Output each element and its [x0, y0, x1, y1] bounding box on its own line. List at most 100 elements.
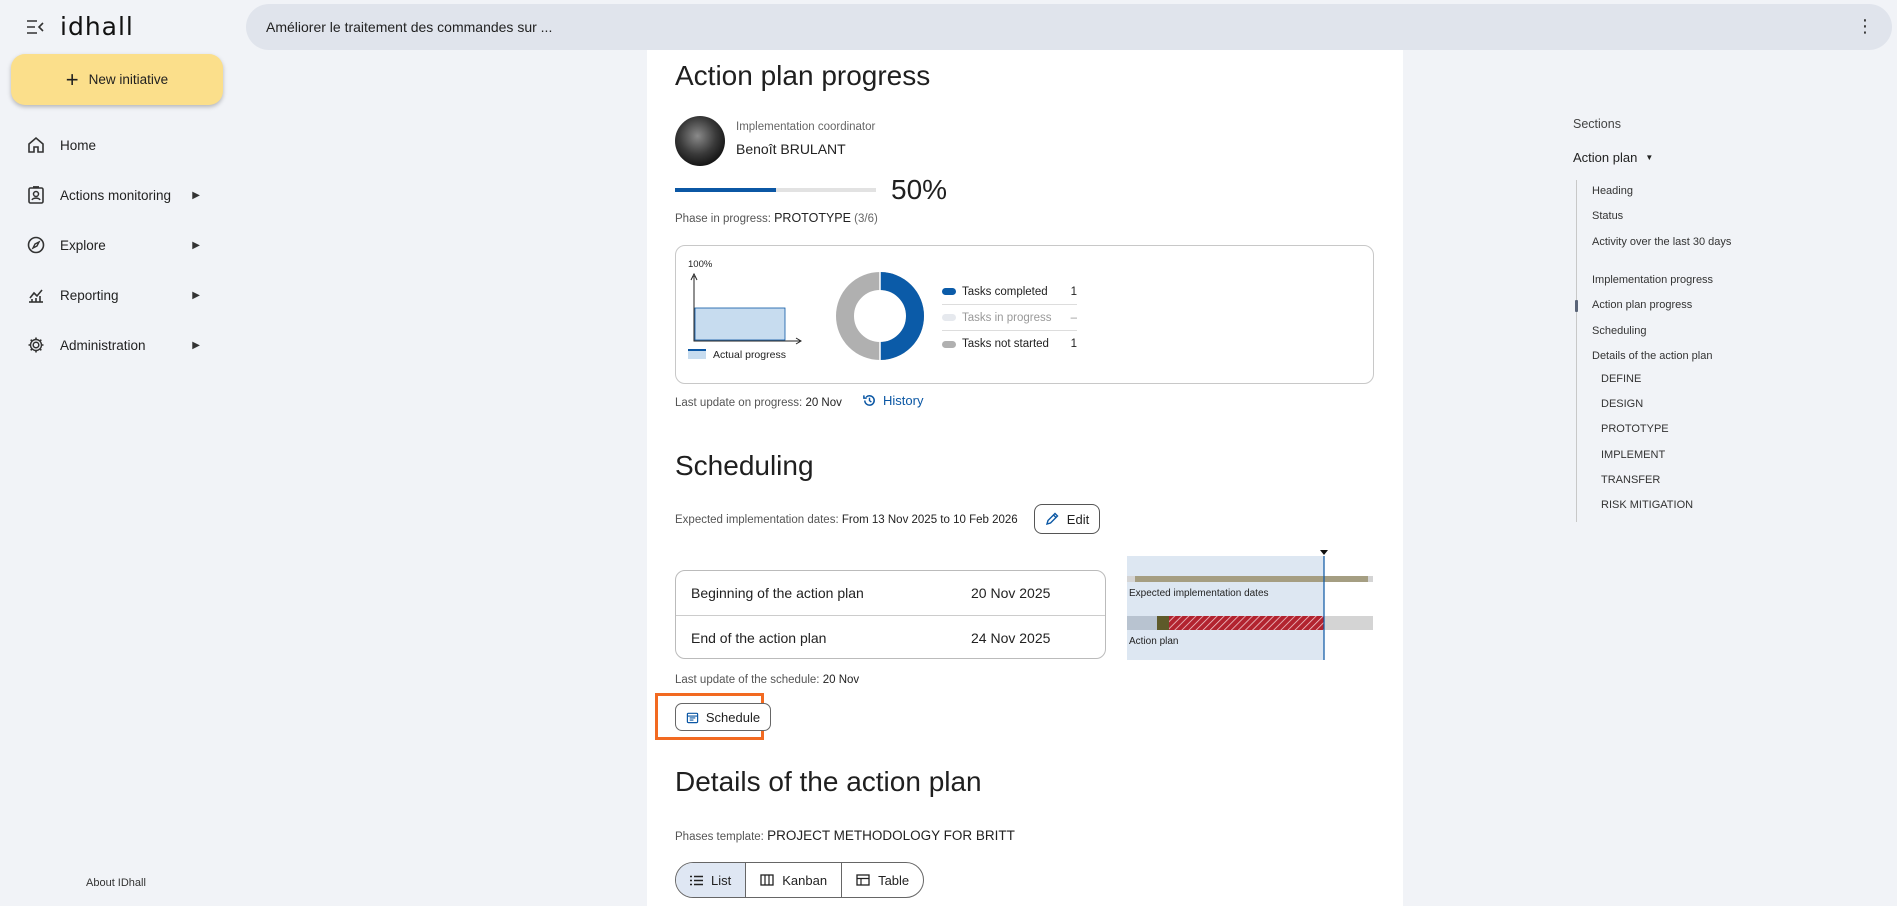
calendar-icon — [686, 712, 699, 723]
schedule-label: Schedule — [705, 709, 761, 725]
plus-icon: + — [65, 66, 79, 92]
gantt-plan-label: Action plan — [1129, 636, 1178, 647]
gantt-elapsed-bar — [1157, 616, 1169, 630]
caret-down-icon: ▼ — [1645, 153, 1654, 162]
history-label: History — [883, 393, 924, 408]
edit-label: Edit — [1066, 511, 1090, 527]
more-options-icon[interactable]: ⋮ — [1856, 17, 1874, 35]
nav-item-label: Home — [60, 137, 97, 153]
history-button[interactable]: History — [862, 393, 923, 408]
new-initiative-button[interactable]: + New initiative — [11, 54, 223, 105]
view-kanban-button[interactable]: Kanban — [745, 863, 841, 897]
phases-template-label: Phases template: — [675, 831, 764, 843]
progress-bar — [675, 188, 876, 192]
legend-value: 1 — [1070, 338, 1077, 350]
nav-item-reporting[interactable]: Reporting ▶ — [0, 270, 220, 320]
tasks-donut-chart — [836, 271, 924, 361]
section-status[interactable]: Status — [1592, 209, 1732, 223]
actual-progress-area — [694, 307, 786, 341]
compass-icon — [27, 236, 45, 254]
today-marker-icon — [1320, 550, 1328, 555]
phases-template-value: PROJECT METHODOLOGY FOR BRITT — [767, 828, 1015, 843]
details-heading: Details of the action plan — [675, 766, 982, 797]
top-bar: Améliorer le traitement des commandes su… — [246, 4, 1892, 50]
kanban-icon — [760, 874, 774, 886]
view-list-button[interactable]: List — [676, 863, 746, 897]
app-logo[interactable]: idhall — [60, 12, 134, 41]
section-implement[interactable]: IMPLEMENT — [1601, 448, 1741, 462]
schedule-last-update-label: Last update of the schedule: — [675, 674, 820, 686]
phase-count: (3/6) — [854, 213, 878, 225]
legend-tasks-in-progress: Tasks in progress – — [942, 305, 1077, 331]
nav-item-home[interactable]: Home — [0, 120, 220, 170]
nav-item-actions-monitoring[interactable]: Actions monitoring ▶ — [0, 170, 220, 220]
clipboard-user-icon — [28, 186, 44, 204]
new-initiative-label: New initiative — [88, 72, 169, 87]
progress-bar-fill — [675, 188, 776, 192]
section-implementation-progress[interactable]: Implementation progress — [1592, 273, 1732, 287]
section-transfer[interactable]: TRANSFER — [1601, 473, 1741, 487]
phases-template: Phases template: PROJECT METHODOLOGY FOR… — [675, 828, 1015, 843]
legend-dot — [942, 288, 956, 295]
legend-value: 1 — [1070, 285, 1077, 298]
main-panel: Action plan progress Implementation coor… — [647, 50, 1403, 906]
schedule-dates-table: Beginning of the action plan 20 Nov 2025… — [675, 570, 1106, 659]
menu-collapse-icon[interactable] — [26, 18, 46, 36]
sections-group-action-plan[interactable]: Action plan ▼ — [1573, 150, 1653, 165]
view-table-button[interactable]: Table — [841, 863, 923, 897]
section-scheduling[interactable]: Scheduling — [1592, 324, 1732, 338]
schedule-button[interactable]: Schedule — [675, 703, 771, 731]
list-icon — [690, 875, 703, 885]
left-sidebar: idhall + New initiative Home Actions mon… — [0, 0, 240, 906]
section-heading[interactable]: Heading — [1592, 184, 1732, 198]
edit-button[interactable]: Edit — [1034, 504, 1100, 534]
section-action-plan-progress[interactable]: Action plan progress — [1592, 298, 1732, 312]
section-define[interactable]: DEFINE — [1601, 372, 1741, 386]
schedule-last-update-value: 20 Nov — [822, 674, 860, 686]
legend-label: Tasks not started — [962, 338, 1049, 350]
chart-icon — [29, 289, 43, 303]
gantt-expected-bar — [1135, 576, 1368, 582]
section-activity[interactable]: Activity over the last 30 days — [1592, 235, 1732, 249]
expected-dates: Expected implementation dates: From 13 N… — [675, 514, 1018, 526]
caret-right-icon: ▶ — [192, 189, 200, 201]
section-prototype[interactable]: PROTOTYPE — [1601, 422, 1741, 436]
coordinator-label: Implementation coordinator — [736, 121, 876, 133]
expected-dates-value: From 13 Nov 2025 to 10 Feb 2026 — [841, 514, 1018, 526]
pencil-icon — [1045, 512, 1059, 526]
legend-dot — [942, 340, 956, 348]
last-update-label: Last update on progress: — [675, 397, 803, 409]
actual-progress-chart: 100% Actual progress — [688, 259, 802, 361]
sections-rail — [1576, 180, 1577, 522]
date-row-value: 24 Nov 2025 — [971, 629, 1051, 646]
section-design[interactable]: DESIGN — [1601, 397, 1741, 411]
date-row-label: Beginning of the action plan — [691, 585, 864, 601]
section-risk-mitigation[interactable]: RISK MITIGATION — [1601, 498, 1741, 512]
nav-item-label: Explore — [60, 237, 106, 253]
page-title: Améliorer le traitement des commandes su… — [266, 19, 553, 35]
table-row: End of the action plan 24 Nov 2025 — [676, 615, 1105, 658]
nav-item-label: Administration — [60, 337, 146, 353]
about-link[interactable]: About IDhall — [86, 877, 146, 889]
home-icon — [28, 136, 44, 153]
legend-tasks-not-started: Tasks not started 1 — [942, 331, 1077, 357]
nav-item-explore[interactable]: Explore ▶ — [0, 220, 220, 270]
view-label: Table — [878, 872, 910, 888]
section-details[interactable]: Details of the action plan — [1592, 349, 1732, 363]
expected-dates-label: Expected implementation dates: — [675, 514, 839, 526]
view-label: Kanban — [782, 872, 828, 888]
nav-item-label: Reporting — [60, 287, 119, 303]
history-icon — [863, 395, 875, 406]
legend-value: – — [1070, 311, 1077, 324]
schedule-gantt: Expected implementation dates Action pla… — [1127, 550, 1373, 660]
date-row-value: 20 Nov 2025 — [971, 585, 1051, 601]
avatar — [675, 116, 725, 166]
y-axis-label: 100% — [688, 259, 713, 270]
actual-progress-legend: Actual progress — [713, 349, 786, 361]
active-section-marker — [1575, 300, 1578, 312]
nav-item-administration[interactable]: Administration ▶ — [0, 320, 220, 370]
progress-chart-card: 100% Actual progress Tasks completed 1 T… — [675, 245, 1374, 384]
legend-label: Tasks in progress — [962, 311, 1052, 324]
legend-dot — [942, 314, 956, 321]
logo-row: idhall — [26, 12, 134, 41]
